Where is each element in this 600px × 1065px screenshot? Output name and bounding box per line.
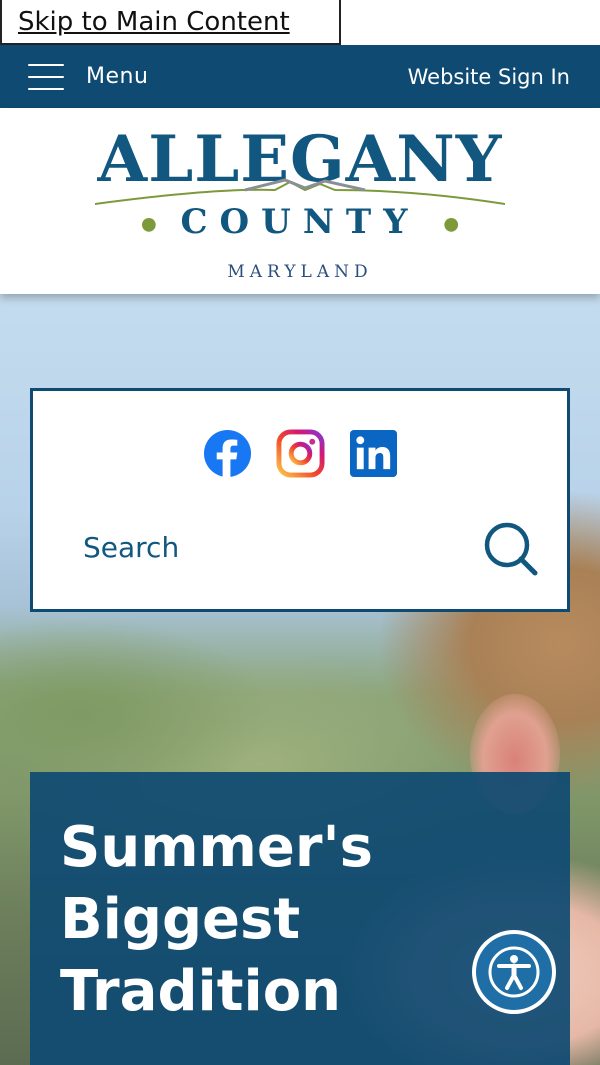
- accessibility-button[interactable]: [472, 930, 556, 1014]
- hero-banner: Search Summer's Biggest Tradition: [0, 294, 600, 1065]
- accessibility-icon: [488, 946, 540, 998]
- logo-county-text: ● COUNTY ●: [0, 202, 600, 242]
- linkedin-icon[interactable]: [349, 429, 398, 478]
- featured-story-card[interactable]: Summer's Biggest Tradition: [30, 772, 570, 1065]
- search-panel: Search: [30, 388, 570, 612]
- menu-label: Menu: [86, 64, 149, 89]
- accessibility-icon-bg: [476, 934, 552, 1010]
- logo-dot-right: ●: [443, 213, 460, 235]
- logo-maryland-text: MARYLAND: [227, 262, 373, 282]
- logo-dot-left: ●: [140, 213, 157, 235]
- top-nav-bar: Menu Website Sign In: [0, 45, 600, 108]
- site-logo[interactable]: ALLEGANY ● COUNTY ● MARYLAND: [0, 108, 600, 294]
- logo-county-label: COUNTY: [180, 202, 420, 242]
- social-links: [33, 429, 567, 478]
- hamburger-icon: [28, 63, 64, 90]
- feature-title: Summer's Biggest Tradition: [60, 815, 373, 1024]
- search-input[interactable]: Search: [83, 531, 179, 564]
- skip-to-main-content-link[interactable]: Skip to Main Content: [0, 0, 341, 45]
- menu-button[interactable]: Menu: [28, 63, 149, 90]
- instagram-icon[interactable]: [275, 429, 325, 478]
- search-icon[interactable]: [483, 521, 539, 577]
- website-sign-in-link[interactable]: Website Sign In: [408, 65, 570, 89]
- facebook-icon[interactable]: [203, 429, 252, 478]
